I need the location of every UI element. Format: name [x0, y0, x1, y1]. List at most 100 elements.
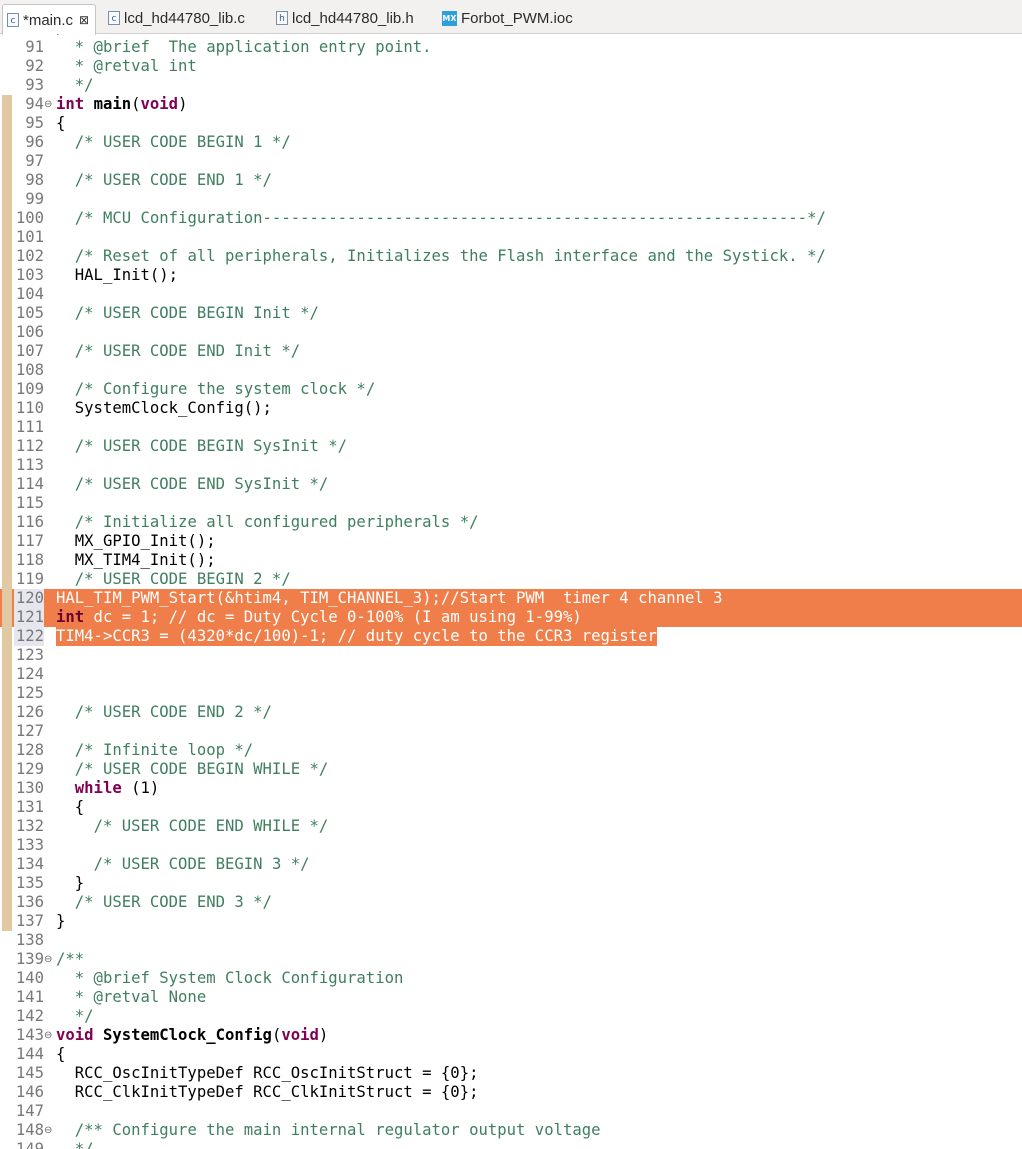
code-line[interactable]: 106 — [0, 323, 1022, 342]
code-line[interactable]: 135 } — [0, 874, 1022, 893]
fold-toggle-icon[interactable]: ⊖ — [44, 1026, 55, 1045]
code-text: void SystemClock_Config(void) — [56, 1026, 328, 1045]
code-token: */ — [56, 76, 94, 94]
code-line[interactable]: 137} — [0, 912, 1022, 931]
code-line[interactable]: 91 * @brief The application entry point. — [0, 38, 1022, 57]
code-line[interactable]: 109 /* Configure the system clock */ — [0, 380, 1022, 399]
code-token: int — [56, 95, 85, 113]
code-line[interactable]: 128 /* Infinite loop */ — [0, 741, 1022, 760]
line-number: 128 — [15, 741, 44, 759]
code-line[interactable]: 123 — [0, 646, 1022, 665]
change-marker — [2, 456, 12, 475]
code-token: RCC_ClkInitTypeDef RCC_ClkInitStruct = {… — [56, 1083, 479, 1101]
code-line[interactable]: 134 /* USER CODE BEGIN 3 */ — [0, 855, 1022, 874]
code-token: /* USER CODE END SysInit */ — [74, 475, 329, 493]
tab-lcd-hd44780-lib-c[interactable]: c lcd_hd44780_lib.c — [108, 5, 245, 31]
code-line[interactable]: 124 — [0, 665, 1022, 684]
tab-forbot-pwm-ioc[interactable]: MX Forbot_PWM.ioc — [442, 5, 573, 31]
code-line[interactable]: 103 HAL_Init(); — [0, 266, 1022, 285]
code-line[interactable]: 127 — [0, 722, 1022, 741]
code-line[interactable]: 136 /* USER CODE END 3 */ — [0, 893, 1022, 912]
code-text: /* Initialize all configured peripherals… — [56, 513, 479, 532]
code-token: HAL_TIM_PWM_Start(&htim4, TIM_CHANNEL_3)… — [56, 589, 723, 607]
tab-lcd-hd44780-lib-h[interactable]: h lcd_hd44780_lib.h — [276, 5, 414, 31]
code-editor[interactable]: 90⊖/**91 * @brief The application entry … — [0, 34, 1022, 1149]
code-token: /* USER CODE BEGIN SysInit */ — [74, 437, 348, 455]
code-line[interactable]: 98 /* USER CODE END 1 */ — [0, 171, 1022, 190]
code-line[interactable]: 117 MX_GPIO_Init(); — [0, 532, 1022, 551]
code-line[interactable]: 105 /* USER CODE BEGIN Init */ — [0, 304, 1022, 323]
code-token: RCC_OscInitTypeDef RCC_OscInitStruct = {… — [56, 1064, 479, 1082]
code-line[interactable]: 142 */ — [0, 1007, 1022, 1026]
code-text: RCC_ClkInitTypeDef RCC_ClkInitStruct = {… — [56, 1083, 479, 1102]
fold-toggle-icon[interactable]: ⊖ — [44, 950, 55, 969]
line-number: 95 — [25, 114, 44, 132]
line-number: 104 — [15, 285, 44, 303]
code-line[interactable]: 131 { — [0, 798, 1022, 817]
code-line[interactable]: 110 SystemClock_Config(); — [0, 399, 1022, 418]
code-line[interactable]: 116 /* Initialize all configured periphe… — [0, 513, 1022, 532]
code-line[interactable]: 102 /* Reset of all peripherals, Initial… — [0, 247, 1022, 266]
code-token: ) — [318, 1026, 329, 1044]
change-marker — [2, 247, 12, 266]
code-token: /* USER CODE BEGIN 2 */ — [74, 570, 291, 588]
code-line[interactable]: 95 { — [0, 114, 1022, 133]
code-line[interactable]: 119 /* USER CODE BEGIN 2 */ — [0, 570, 1022, 589]
code-line[interactable]: 129 /* USER CODE BEGIN WHILE */ — [0, 760, 1022, 779]
code-line[interactable]: 100 /* MCU Configuration----------------… — [0, 209, 1022, 228]
code-line[interactable]: 104 — [0, 285, 1022, 304]
code-token: TIM4->CCR3 = (4320*dc/100)-1; // duty cy… — [56, 627, 657, 645]
code-line[interactable]: 94 ⊖ int main(void) — [0, 95, 1022, 114]
code-line[interactable]: 107 /* USER CODE END Init */ — [0, 342, 1022, 361]
close-icon[interactable]: ⊠ — [79, 13, 89, 27]
code-line[interactable]: 101 — [0, 228, 1022, 247]
code-line[interactable]: 114 /* USER CODE END SysInit */ — [0, 475, 1022, 494]
code-line[interactable]: 92 * @retval int — [0, 57, 1022, 76]
line-number: 124 — [15, 665, 44, 683]
code-line[interactable]: 149 */ — [0, 1140, 1022, 1149]
code-text: /* Reset of all peripherals, Initializes… — [56, 247, 826, 266]
code-line[interactable]: 93 */ — [0, 76, 1022, 95]
code-line[interactable]: 115 — [0, 494, 1022, 513]
code-line[interactable]: 97 — [0, 152, 1022, 171]
code-line[interactable]: 120 HAL_TIM_PWM_Start(&htim4, TIM_CHANNEL… — [0, 589, 1022, 608]
code-line[interactable]: 138 — [0, 931, 1022, 950]
code-line[interactable]: 113 — [0, 456, 1022, 475]
code-line[interactable]: 130 while (1) — [0, 779, 1022, 798]
code-line[interactable]: 125 — [0, 684, 1022, 703]
change-marker — [2, 133, 12, 152]
code-line[interactable]: 96 /* USER CODE BEGIN 1 */ — [0, 133, 1022, 152]
code-line[interactable]: 147 — [0, 1102, 1022, 1121]
fold-toggle-icon[interactable]: ⊖ — [44, 95, 55, 114]
code-line[interactable]: 126 /* USER CODE END 2 */ — [0, 703, 1022, 722]
code-line[interactable]: 111 — [0, 418, 1022, 437]
code-line[interactable]: 141 * @retval None — [0, 988, 1022, 1007]
code-line[interactable]: 132 /* USER CODE END WHILE */ — [0, 817, 1022, 836]
code-line[interactable]: 112 /* USER CODE BEGIN SysInit */ — [0, 437, 1022, 456]
code-line[interactable]: 146 RCC_ClkInitTypeDef RCC_ClkInitStruct… — [0, 1083, 1022, 1102]
tab-main-c[interactable]: c *main.c ⊠ — [2, 4, 97, 35]
code-line[interactable]: 145 RCC_OscInitTypeDef RCC_OscInitStruct… — [0, 1064, 1022, 1083]
code-line[interactable]: 108 — [0, 361, 1022, 380]
code-line[interactable]: 148 ⊖ /** Configure the main internal reg… — [0, 1121, 1022, 1140]
code-line[interactable]: 118 MX_TIM4_Init(); — [0, 551, 1022, 570]
code-token: * @brief The application entry point. — [56, 38, 432, 56]
code-token: * @brief System Clock Configuration — [56, 969, 404, 987]
fold-toggle-icon[interactable]: ⊖ — [44, 1121, 55, 1140]
code-line[interactable]: 140 * @brief System Clock Configuration — [0, 969, 1022, 988]
code-line[interactable]: 144 { — [0, 1045, 1022, 1064]
code-line[interactable]: 133 — [0, 836, 1022, 855]
line-number: 91 — [25, 38, 44, 56]
code-line[interactable]: 99 — [0, 190, 1022, 209]
code-line[interactable]: 139 ⊖/** — [0, 950, 1022, 969]
code-line[interactable]: 143 ⊖ void SystemClock_Config(void) — [0, 1026, 1022, 1045]
code-text: /* Configure the system clock */ — [56, 380, 375, 399]
line-number: 141 — [15, 988, 44, 1006]
code-line[interactable]: 122 TIM4->CCR3 = (4320*dc/100)-1; // duty… — [0, 627, 1022, 646]
code-line[interactable]: 121 int dc = 1; // dc = Duty Cycle 0-100%… — [0, 608, 1022, 627]
change-marker — [2, 171, 12, 190]
